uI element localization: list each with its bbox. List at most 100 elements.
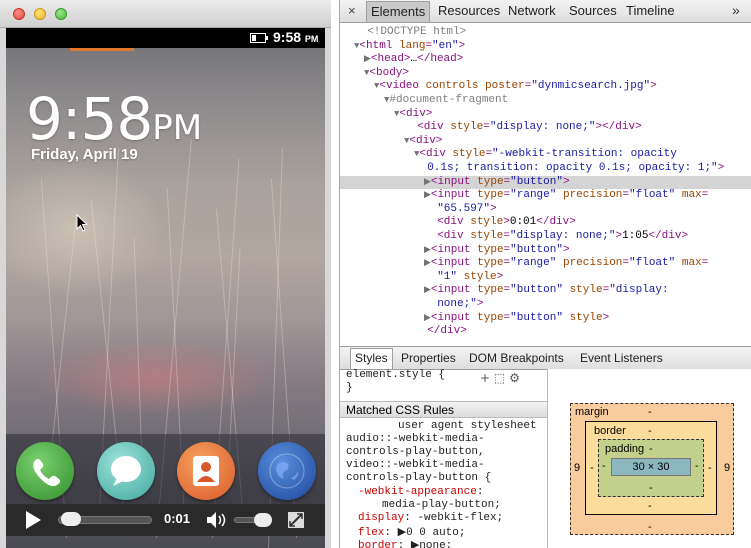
- dom-node[interactable]: ▼<video controls poster="dynmicsearch.jp…: [374, 80, 657, 94]
- phone-screen: 9:58 PM 9:58PM Friday, April 19 0:01: [6, 28, 325, 548]
- expand-toggle-icon[interactable]: ▶: [424, 245, 431, 255]
- box-model-border: border - - - - padding - - - - 30 × 30: [585, 421, 717, 515]
- expand-toggle-icon[interactable]: ▶: [424, 190, 431, 200]
- element-style-open[interactable]: element.style {: [346, 369, 445, 381]
- devtools-toolbar: × Elements Resources Network Sources Tim…: [340, 0, 751, 23]
- close-devtools-icon[interactable]: ×: [348, 3, 356, 18]
- border-label: border: [594, 425, 626, 437]
- style-toolbar-icons: + ⬚ ⚙: [480, 371, 520, 385]
- dom-node[interactable]: ▶<input type="range" precision="float" m…: [424, 257, 708, 271]
- volume-icon[interactable]: [206, 511, 228, 529]
- dom-tree: <!DOCTYPE html> ▼<html lang="en"> ▶<head>……: [340, 23, 751, 345]
- tab-dom-breakpoints[interactable]: DOM Breakpoints: [469, 351, 564, 365]
- dom-node[interactable]: ▶<input type="button" style>: [424, 312, 609, 326]
- box-model-content: 30 × 30: [611, 458, 691, 476]
- dom-node[interactable]: ▼<body>: [364, 67, 409, 81]
- dom-node[interactable]: ▶<head>…</head>: [364, 53, 463, 67]
- dom-node[interactable]: <!DOCTYPE html>: [354, 26, 466, 40]
- border-left-value: -: [590, 462, 594, 474]
- css-property[interactable]: display: -webkit-flex;: [358, 512, 503, 524]
- box-model-diagram: margin - - 9 9 border - - - - padding - …: [548, 369, 751, 548]
- margin-left-value: 9: [574, 462, 581, 474]
- status-bar: 9:58 PM: [6, 28, 325, 48]
- dom-node[interactable]: "65.597">: [424, 203, 496, 217]
- seek-slider-thumb[interactable]: [61, 512, 82, 526]
- dom-node[interactable]: ▼<div>: [394, 108, 432, 122]
- play-icon[interactable]: [24, 510, 42, 530]
- close-window-button[interactable]: [13, 8, 25, 20]
- dom-node[interactable]: 0.1s; transition: opacity 0.1s; opacity:…: [414, 162, 724, 176]
- padding-left-value: -: [602, 460, 606, 472]
- more-tabs-icon[interactable]: »: [732, 2, 740, 18]
- css-property[interactable]: border: ▶none;: [358, 538, 452, 548]
- css-property[interactable]: -webkit-appearance:: [358, 486, 483, 498]
- rule-selector: audio::-webkit-media-: [346, 433, 485, 445]
- tab-styles[interactable]: Styles: [350, 348, 393, 369]
- minimize-window-button[interactable]: [34, 8, 46, 20]
- dom-node[interactable]: <div style="display: none;"></div>: [404, 121, 641, 135]
- border-top-value: -: [648, 425, 652, 437]
- box-model-padding: padding - - - - 30 × 30: [598, 439, 704, 497]
- dom-node[interactable]: none;">: [424, 298, 483, 312]
- tab-network[interactable]: Network: [508, 3, 556, 18]
- tab-properties[interactable]: Properties: [401, 351, 456, 365]
- css-property[interactable]: flex: ▶0 0 auto;: [358, 525, 465, 539]
- tab-elements[interactable]: Elements: [366, 1, 431, 22]
- dom-node-selected[interactable]: ▶<input type="button">: [424, 176, 570, 190]
- lockscreen-date: Friday, April 19: [31, 146, 138, 163]
- border-right-value: -: [708, 462, 712, 474]
- margin-bottom-value: -: [648, 521, 652, 533]
- volume-slider-thumb[interactable]: [254, 513, 272, 527]
- dom-node[interactable]: ▼#document-fragment: [384, 94, 508, 108]
- toggle-state-icon[interactable]: ⬚: [494, 371, 505, 385]
- tab-resources[interactable]: Resources: [438, 3, 500, 18]
- tab-sources[interactable]: Sources: [569, 3, 617, 18]
- phone-icon[interactable]: [16, 442, 74, 500]
- margin-top-value: -: [648, 406, 652, 418]
- tab-timeline[interactable]: Timeline: [626, 3, 675, 18]
- add-rule-icon[interactable]: +: [480, 371, 490, 385]
- stylesheet-source: user agent stylesheet: [398, 420, 537, 432]
- battery-icon: [250, 33, 268, 43]
- border-bottom-value: -: [648, 500, 652, 512]
- expand-toggle-icon[interactable]: ▶: [424, 285, 431, 295]
- dom-node[interactable]: ▶<input type="range" precision="float" m…: [424, 189, 708, 203]
- expand-toggle-icon[interactable]: ▶: [424, 177, 431, 187]
- rule-selector: controls-play-button,: [346, 446, 485, 458]
- gear-icon[interactable]: ⚙: [509, 371, 520, 385]
- padding-label: padding: [605, 443, 645, 455]
- padding-right-value: -: [695, 460, 699, 472]
- expand-toggle-icon[interactable]: ▶: [424, 313, 431, 323]
- devtools-panel: × Elements Resources Network Sources Tim…: [339, 0, 751, 548]
- box-model-margin: margin - - 9 9 border - - - - padding - …: [570, 403, 734, 535]
- lockscreen-clock: 9:58PM: [26, 85, 203, 153]
- simulator-window: 9:58 PM 9:58PM Friday, April 19 0:01: [0, 0, 331, 548]
- tab-event-listeners[interactable]: Event Listeners: [580, 351, 663, 365]
- matched-css-rules-header[interactable]: Matched CSS Rules: [340, 401, 547, 418]
- dom-node[interactable]: ▼<div style="-webkit-transition: opacity: [414, 148, 677, 162]
- margin-right-value: 9: [724, 462, 731, 474]
- styles-pane: element.style { + ⬚ ⚙ } Matched CSS Rule…: [340, 369, 548, 548]
- browser-icon[interactable]: [258, 442, 316, 500]
- video-controls: 0:01: [6, 504, 325, 536]
- dom-node[interactable]: ▼<html lang="en">: [354, 40, 465, 54]
- padding-top-value: -: [649, 443, 653, 455]
- messages-icon[interactable]: [97, 442, 155, 500]
- sidebar-tabs: Styles Properties DOM Breakpoints Event …: [340, 346, 751, 370]
- mouse-pointer-icon: [76, 214, 88, 232]
- notification-accent: [70, 48, 134, 51]
- fullscreen-icon[interactable]: [288, 512, 304, 528]
- margin-label: margin: [575, 406, 609, 418]
- dom-node[interactable]: ▶<input type="button" style="display:: [424, 284, 669, 298]
- dom-node[interactable]: "1" style>: [424, 271, 503, 285]
- dom-node[interactable]: <div style>0:01</div>: [424, 216, 576, 230]
- zoom-window-button[interactable]: [55, 8, 67, 20]
- expand-toggle-icon[interactable]: ▶: [364, 54, 371, 64]
- contacts-icon[interactable]: [177, 442, 235, 500]
- dom-node[interactable]: ▶<input type="button">: [424, 244, 570, 258]
- expand-toggle-icon[interactable]: ▶: [424, 258, 431, 268]
- dom-node[interactable]: <div style="display: none;">1:05</div>: [424, 230, 688, 244]
- dom-node[interactable]: ▼<div>: [404, 135, 442, 149]
- dom-node[interactable]: </div>: [414, 325, 467, 339]
- rule-selector: video::-webkit-media-: [346, 459, 485, 471]
